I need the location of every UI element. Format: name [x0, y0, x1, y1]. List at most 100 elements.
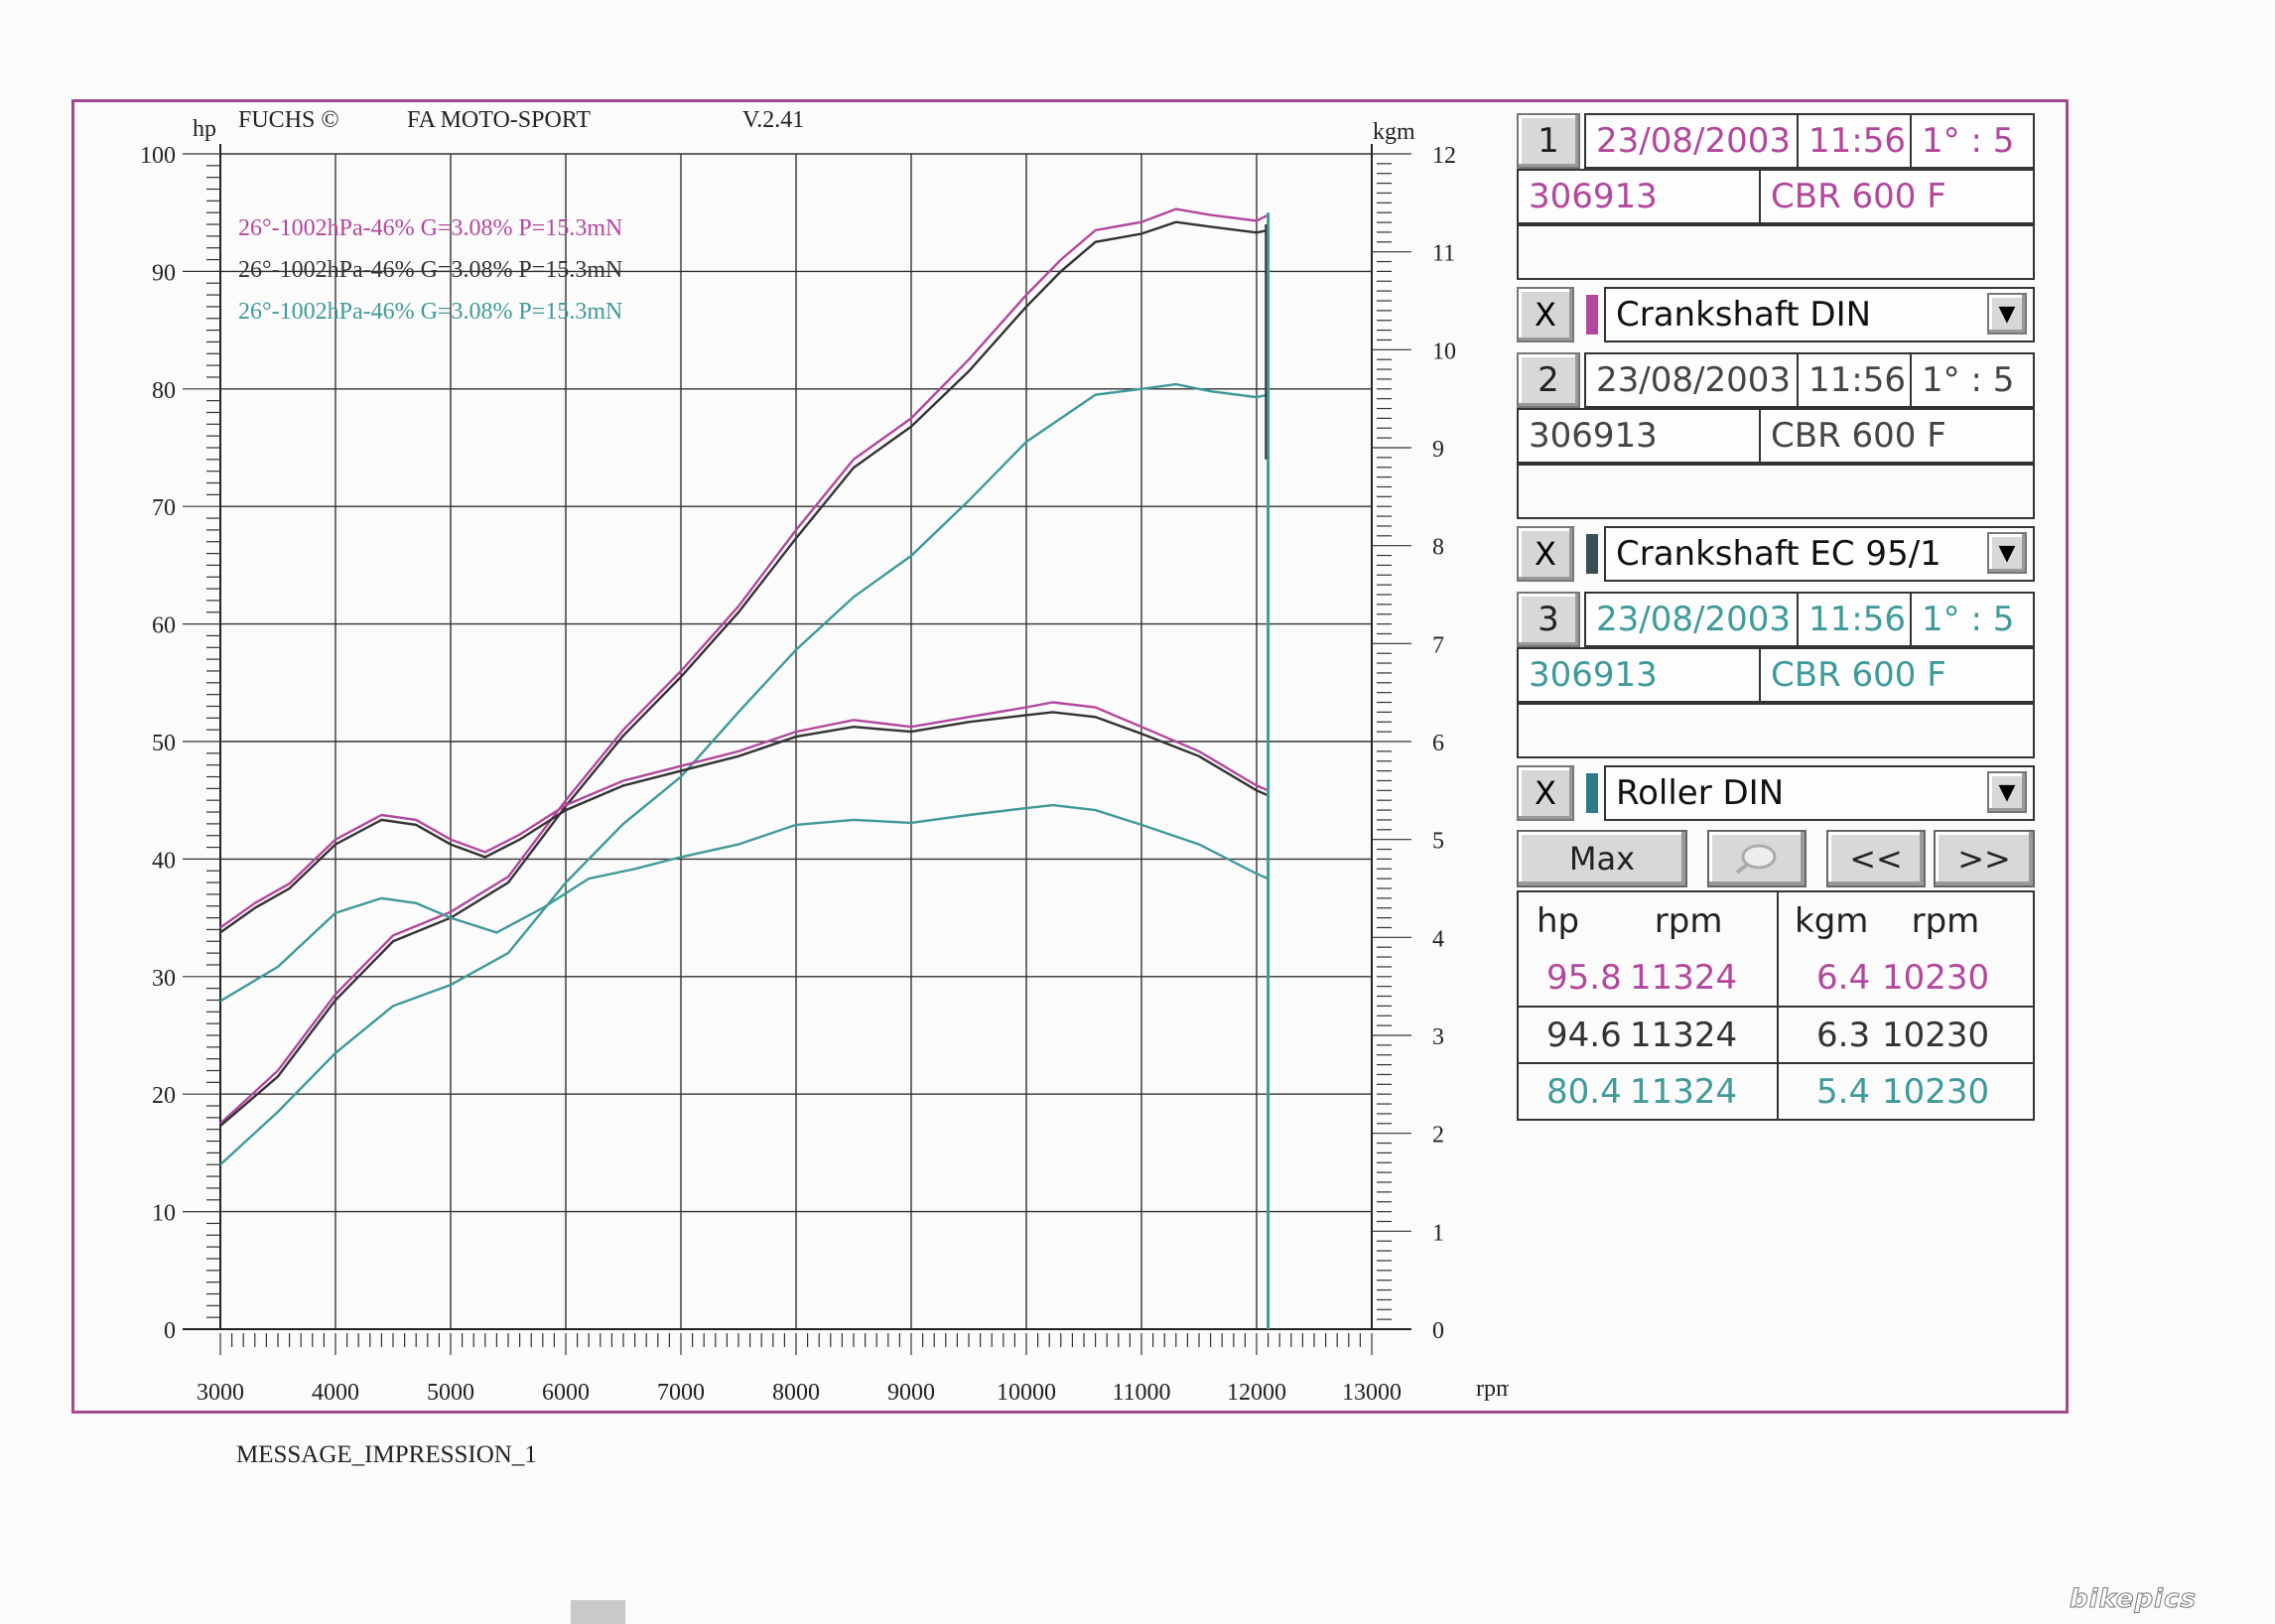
- run-3-mode-select[interactable]: Roller DIN: [1604, 765, 2035, 821]
- max-table-header-kgm: kgm rpm: [1795, 900, 1980, 941]
- paper-mark: [571, 1600, 625, 1624]
- x-tick-label: 11000: [1112, 1380, 1170, 1406]
- x-tick-label: 13000: [1342, 1380, 1402, 1406]
- y-left-tick-label: 50: [152, 731, 176, 756]
- run-1-model: CBR 600 F: [1759, 169, 2035, 224]
- run-3-notes: [1517, 703, 2035, 758]
- run-3-header: 3 23/08/2003 11:56 1° : 5: [1517, 592, 2035, 647]
- y-right-tick-label: 1: [1432, 1220, 1444, 1246]
- y-left-tick-label: 60: [152, 613, 176, 639]
- power-series-2: [219, 220, 1269, 1128]
- x-tick-label: 3000: [197, 1380, 244, 1406]
- max-kgm-value: 5.4: [1816, 1071, 1871, 1112]
- nav-row: Max << >>: [1517, 830, 2035, 887]
- run-2-notes: [1517, 464, 2035, 519]
- legend-line-1: 26°-1002hPa-46% G=3.08% P=15.3mN: [238, 215, 622, 241]
- max-table-header: hp rpm kgm rpm: [1519, 892, 2033, 949]
- y-right-tick-label: 9: [1432, 437, 1444, 463]
- run-2-close-button[interactable]: X: [1517, 526, 1574, 582]
- run-3-ratio: 1° : 5: [1910, 592, 2035, 647]
- zoom-button[interactable]: [1707, 830, 1807, 887]
- run-1-date: 23/08/2003: [1584, 113, 1799, 169]
- run-1-time: 11:56: [1797, 113, 1912, 169]
- y-left-tick-label: 10: [152, 1201, 176, 1227]
- run-1-header: 1 23/08/2003 11:56 1° : 5: [1517, 113, 2035, 169]
- max-kgm-value: 6.4: [1816, 957, 1871, 998]
- run-3-time: 11:56: [1797, 592, 1912, 647]
- next-button[interactable]: >>: [1934, 830, 2035, 887]
- max-table-row: 95.8 11324 6.4 10230: [1519, 949, 2033, 1006]
- right-unit-label: kgm: [1373, 119, 1415, 145]
- run-3-color-swatch: [1586, 773, 1598, 813]
- run-2-mode-row: X Crankshaft EC 95/1 ▼: [1517, 526, 2035, 582]
- run-1-ratio: 1° : 5: [1910, 113, 2035, 169]
- y-right-tick-label: 10: [1432, 338, 1456, 364]
- run-3-close-button[interactable]: X: [1517, 765, 1574, 821]
- y-right-tick-label: 2: [1432, 1123, 1444, 1149]
- x-tick-label: 10000: [997, 1380, 1056, 1406]
- x-axis-label: rpm: [1476, 1376, 1509, 1402]
- run-3-number-button[interactable]: 3: [1517, 592, 1580, 647]
- triangle-down-icon[interactable]: ▼: [1987, 771, 2027, 813]
- y-right-tick-label: 5: [1432, 829, 1444, 855]
- y-left-tick-label: 30: [152, 966, 176, 992]
- max-table-header-hp: hp rpm: [1537, 900, 1723, 941]
- y-right-tick-label: 6: [1432, 731, 1444, 756]
- dyno-chart: 0102030405060708090100012345678910111230…: [140, 107, 1509, 1406]
- run-2-time: 11:56: [1797, 352, 1912, 408]
- x-tick-label: 9000: [887, 1380, 935, 1406]
- brand-label: FUCHS ©: [238, 107, 339, 133]
- print-message: MESSAGE_IMPRESSION_1: [236, 1441, 537, 1468]
- run-3-model: CBR 600 F: [1759, 647, 2035, 703]
- run-2-mode-value: Crankshaft EC 95/1: [1616, 534, 1941, 574]
- y-right-tick-label: 11: [1432, 241, 1455, 267]
- y-left-tick-label: 90: [152, 260, 176, 286]
- run-2-model: CBR 600 F: [1759, 408, 2035, 464]
- max-hp-value: 80.4: [1546, 1071, 1622, 1112]
- magnifier-icon: [1735, 844, 1777, 875]
- run-2-mode-select[interactable]: Crankshaft EC 95/1: [1604, 526, 2035, 582]
- company-label: FA MOTO-SPORT: [407, 107, 591, 133]
- y-right-tick-label: 4: [1432, 926, 1444, 952]
- y-right-tick-label: 8: [1432, 535, 1444, 561]
- x-tick-label: 6000: [542, 1380, 590, 1406]
- run-1-mode-select[interactable]: Crankshaft DIN: [1604, 287, 2035, 342]
- x-tick-label: 4000: [312, 1380, 359, 1406]
- y-left-tick-label: 40: [152, 848, 176, 874]
- max-hp-rpm: 11324: [1630, 1015, 1738, 1055]
- run-1-number-button[interactable]: 1: [1517, 113, 1580, 169]
- triangle-down-icon[interactable]: ▼: [1987, 532, 2027, 574]
- run-2-ratio: 1° : 5: [1910, 352, 2035, 408]
- y-left-tick-label: 20: [152, 1083, 176, 1109]
- max-kgm-value: 6.3: [1816, 1015, 1871, 1055]
- power-series-1: [219, 207, 1270, 1125]
- torque-series-3: [219, 803, 1270, 1003]
- run-3-mode-value: Roller DIN: [1616, 773, 1785, 813]
- run-1-close-button[interactable]: X: [1517, 287, 1574, 342]
- run-1-color-swatch: [1586, 295, 1598, 335]
- watermark-logo: bikepics: [2070, 1584, 2197, 1615]
- max-hp-value: 95.8: [1546, 957, 1622, 998]
- left-unit-label: hp: [193, 116, 216, 142]
- y-right-tick-label: 12: [1432, 143, 1456, 169]
- run-2-header: 2 23/08/2003 11:56 1° : 5: [1517, 352, 2035, 408]
- x-tick-label: 7000: [657, 1380, 705, 1406]
- max-hp-rpm: 11324: [1630, 957, 1738, 998]
- max-kgm-rpm: 10230: [1882, 957, 1990, 998]
- power-series-3: [219, 382, 1269, 1166]
- run-1-notes: [1517, 224, 2035, 280]
- max-button[interactable]: Max: [1517, 830, 1687, 887]
- run-2-number-button[interactable]: 2: [1517, 352, 1580, 408]
- x-tick-label: 8000: [772, 1380, 820, 1406]
- run-3-id: 306913: [1517, 647, 1761, 703]
- max-hp-value: 94.6: [1546, 1015, 1622, 1055]
- max-values-table: hp rpm kgm rpm 95.8 11324 6.4 10230 94.6…: [1517, 890, 2035, 1121]
- y-right-tick-label: 0: [1432, 1318, 1444, 1344]
- max-table-row: 94.6 11324 6.3 10230: [1519, 1006, 2033, 1062]
- run-2-id: 306913: [1517, 408, 1761, 464]
- max-table-row: 80.4 11324 5.4 10230: [1519, 1062, 2033, 1119]
- triangle-down-icon[interactable]: ▼: [1987, 293, 2027, 335]
- previous-button[interactable]: <<: [1826, 830, 1926, 887]
- run-1-mode-row: X Crankshaft DIN ▼: [1517, 287, 2035, 342]
- x-tick-label: 12000: [1227, 1380, 1286, 1406]
